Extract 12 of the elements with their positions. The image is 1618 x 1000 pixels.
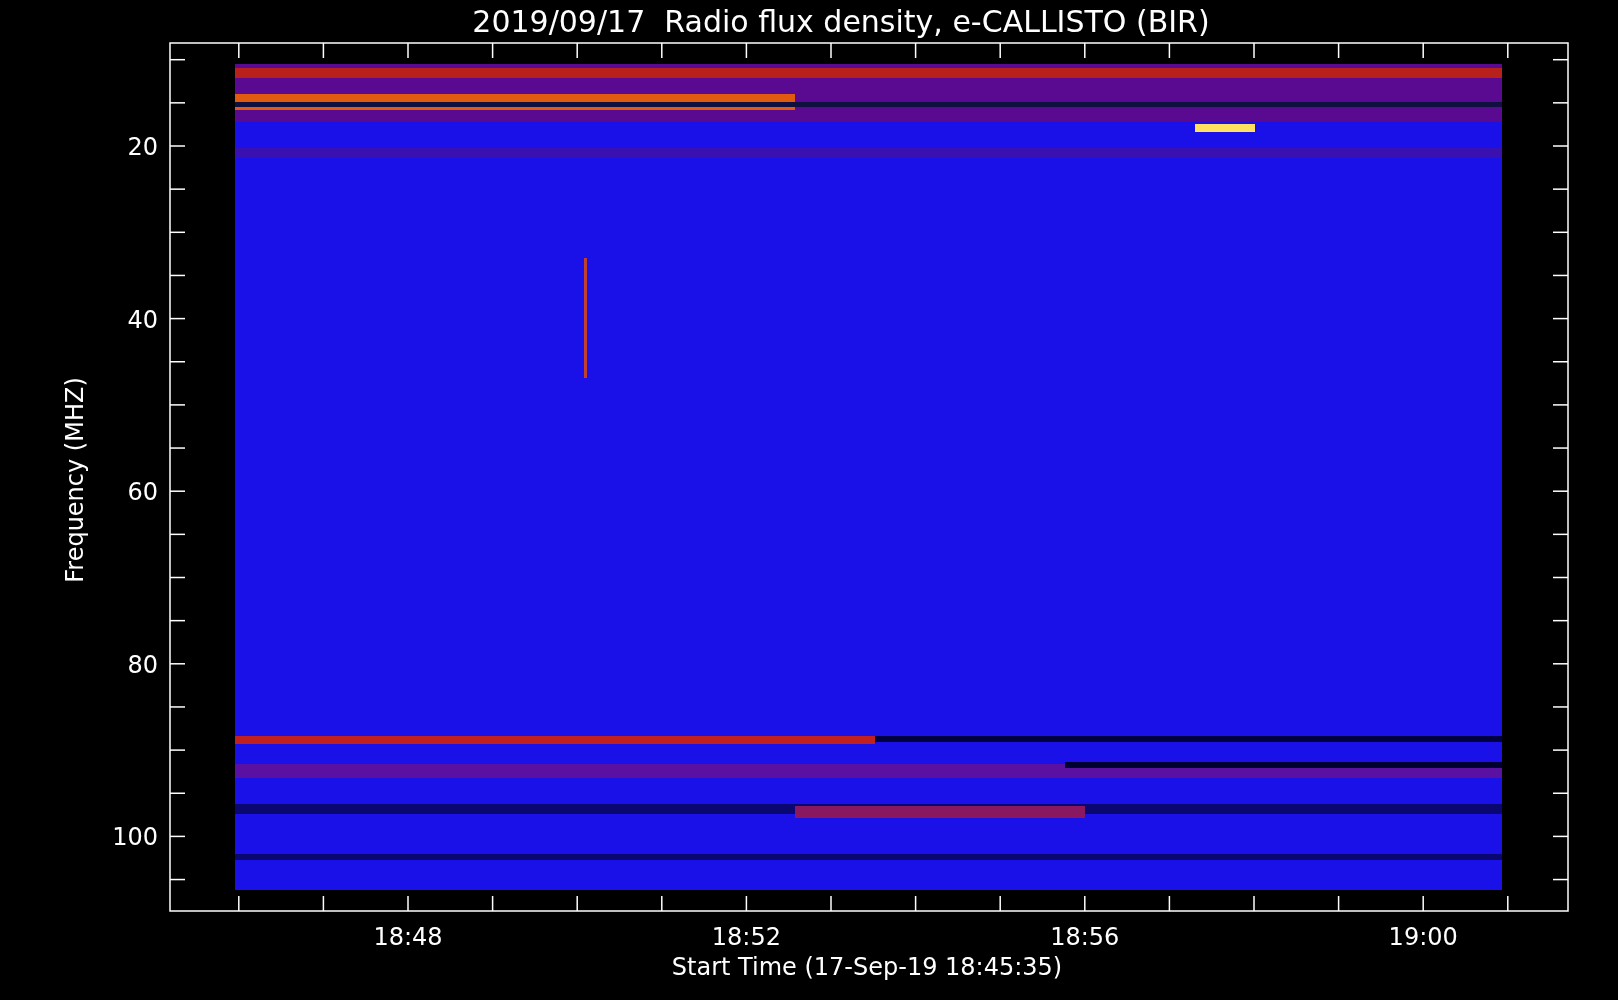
axis-tick-label: 40	[127, 305, 158, 334]
axis-tick-label: 19:00	[1388, 923, 1458, 951]
axis-title: Frequency (MHZ)	[61, 377, 89, 583]
axis-tick-label: 20	[127, 133, 158, 161]
axis-tick-label: 100	[112, 823, 158, 852]
axis-tick-label: 18:52	[711, 923, 781, 951]
axis-tick-label: 80	[127, 650, 158, 679]
axis-tick-label: 18:48	[373, 923, 443, 951]
axis-tick-label: 60	[127, 478, 158, 507]
chart-title: 2019/09/17 Radio flux density, e-CALLISTO (BIR)	[472, 4, 1210, 39]
axis-title: Start Time (17-Sep-19 18:45:35)	[671, 953, 1063, 981]
axis-tick-label: 18:56	[1050, 923, 1120, 951]
